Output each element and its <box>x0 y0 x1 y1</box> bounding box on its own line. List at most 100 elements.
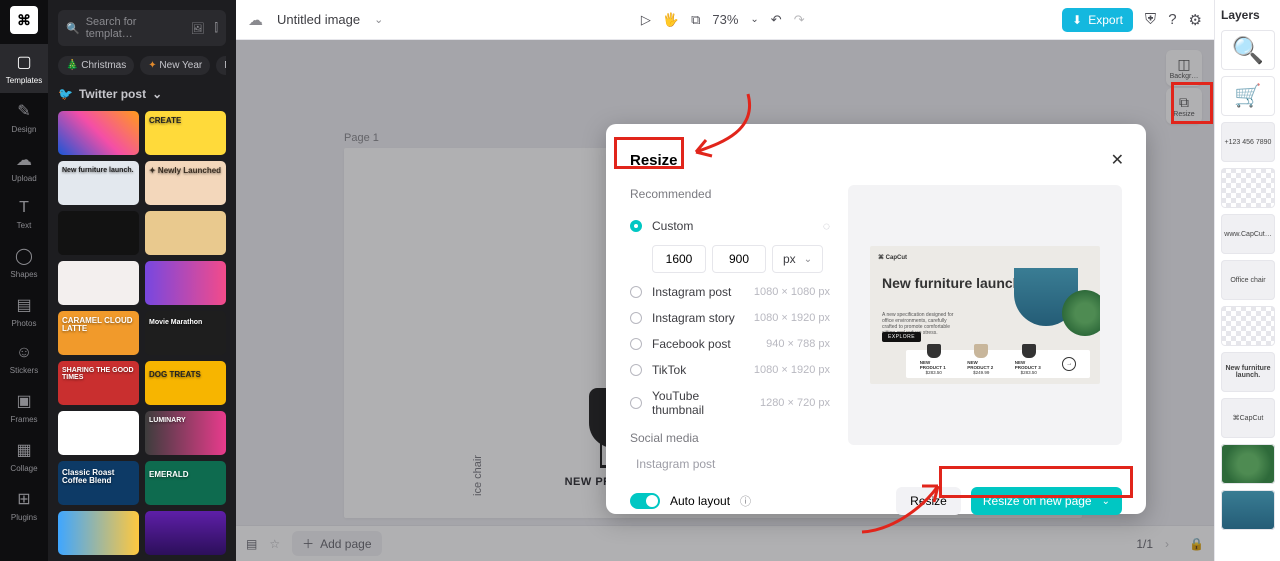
stickers-icon: ☺ <box>16 344 32 362</box>
shield-icon[interactable]: ⛨ <box>1145 11 1156 28</box>
template-card[interactable]: New furniture launch. <box>58 161 139 205</box>
template-card[interactable]: CARAMEL CLOUD LATTE <box>58 311 139 355</box>
rail-plugins[interactable]: ⊞Plugins <box>0 481 48 530</box>
chip-christmas[interactable]: 🎄 Christmas <box>58 56 134 75</box>
cloud-icon[interactable]: ☁ <box>248 11 263 29</box>
option-custom[interactable]: Custom ◌ <box>630 213 830 239</box>
shapes-icon: ◯ <box>15 246 33 266</box>
preset-instagram-story[interactable]: Instagram story1080 × 1920 px <box>630 305 830 331</box>
template-card[interactable] <box>145 211 226 255</box>
image-search-icon[interactable]: 🖼 <box>191 22 205 35</box>
height-input[interactable] <box>712 245 766 273</box>
resize-modal: Resize ✕ Recommended Custom ◌ px⌄ <box>606 124 1146 514</box>
rail-stickers[interactable]: ☺Stickers <box>0 336 48 383</box>
layer-thumb[interactable] <box>1221 168 1275 208</box>
close-icon[interactable]: ✕ <box>1111 150 1124 170</box>
template-card[interactable]: DOG TREATS <box>145 361 226 405</box>
width-input[interactable] <box>652 245 706 273</box>
chevron-down-icon[interactable]: ⌄ <box>750 14 758 25</box>
template-search[interactable]: 🔍 Search for templat… 🖼 ⫿ <box>58 10 226 46</box>
modal-title: Resize <box>630 152 1122 169</box>
template-card[interactable]: EMERALD <box>145 461 226 505</box>
layer-thumb[interactable]: Office chair <box>1221 260 1275 300</box>
layer-thumb[interactable]: www.CapCut… <box>1221 214 1275 254</box>
templates-panel: 🔍 Search for templat… 🖼 ⫿ 🎄 Christmas ✦ … <box>48 0 236 561</box>
preset-tiktok[interactable]: TikTok1080 × 1920 px <box>630 357 830 383</box>
rail-collage[interactable]: ▦Collage <box>0 432 48 481</box>
preset-instagram-post[interactable]: Instagram post1080 × 1080 px <box>630 279 830 305</box>
preset-facebook-post[interactable]: Facebook post940 × 788 px <box>630 331 830 357</box>
templates-icon: ▢ <box>16 52 31 72</box>
layer-thumb[interactable]: 🛒 <box>1221 76 1275 116</box>
app-logo[interactable]: ⌘ <box>10 6 38 34</box>
recommended-section: Recommended <box>630 187 830 201</box>
frames-icon: ▣ <box>16 391 31 411</box>
search-icon: 🔍 <box>66 22 80 35</box>
rail-templates[interactable]: ▢Templates <box>0 44 48 93</box>
template-card[interactable] <box>145 261 226 305</box>
rail-shapes[interactable]: ◯Shapes <box>0 238 48 287</box>
chevron-down-icon: ⌄ <box>804 254 812 265</box>
cursor-tool-icon[interactable]: ▷ <box>641 12 651 28</box>
template-section-header[interactable]: 🐦 Twitter post ⌄ <box>58 87 226 101</box>
rail-upload[interactable]: ☁Upload <box>0 142 48 191</box>
rail-frames[interactable]: ▣Frames <box>0 383 48 432</box>
auto-layout-toggle[interactable] <box>630 493 660 509</box>
layer-thumb[interactable]: +123 456 7890 <box>1221 122 1275 162</box>
social-section: Social media <box>630 431 830 445</box>
template-card[interactable] <box>58 211 139 255</box>
hand-tool-icon[interactable]: 🖐 <box>663 12 679 28</box>
social-item[interactable]: Instagram post <box>630 457 830 471</box>
template-card[interactable] <box>58 111 139 155</box>
rail-text[interactable]: TText <box>0 191 48 238</box>
template-card[interactable]: LUMINARY <box>145 411 226 455</box>
template-card[interactable]: ✦ Newly Launched <box>145 161 226 205</box>
template-grid: CREATE New furniture launch. ✦ Newly Lau… <box>58 111 226 555</box>
settings-icon[interactable]: ⚙ <box>1189 11 1202 29</box>
collage-icon: ▦ <box>16 440 31 460</box>
undo-icon[interactable]: ↶ <box>771 12 782 28</box>
template-card[interactable]: Classic Roast Coffee Blend <box>58 461 139 505</box>
auto-layout-label: Auto layout <box>670 494 730 508</box>
template-card[interactable] <box>58 411 139 455</box>
layers-panel: Layers 🔍 🛒 +123 456 7890 www.CapCut… Off… <box>1214 0 1280 561</box>
template-chips: 🎄 Christmas ✦ New Year Mo <box>58 56 226 75</box>
rail-photos[interactable]: ▤Photos <box>0 287 48 336</box>
template-card[interactable]: Movie Marathon <box>145 311 226 355</box>
export-button[interactable]: ⬇Export <box>1062 8 1133 32</box>
photos-icon: ▤ <box>16 295 31 315</box>
design-icon: ✎ <box>17 101 30 121</box>
layer-thumb[interactable] <box>1221 306 1275 346</box>
template-card[interactable] <box>58 511 139 555</box>
left-nav-rail: ⌘ ▢Templates ✎Design ☁Upload TText ◯Shap… <box>0 0 48 561</box>
chevron-down-icon[interactable]: ⌄ <box>374 13 383 26</box>
crop-tool-icon[interactable]: ⧉ <box>691 12 700 28</box>
radio-selected-icon <box>630 220 642 232</box>
help-icon[interactable]: ? <box>1168 11 1176 28</box>
layer-thumb[interactable] <box>1221 444 1275 484</box>
rail-design[interactable]: ✎Design <box>0 93 48 142</box>
preset-youtube-thumbnail[interactable]: YouTube thumbnail1280 × 720 px <box>630 383 830 423</box>
export-icon: ⬇ <box>1072 13 1082 27</box>
redo-icon[interactable]: ↷ <box>794 12 805 28</box>
resize-button[interactable]: Resize <box>896 487 961 515</box>
template-card[interactable] <box>58 261 139 305</box>
template-card[interactable] <box>145 511 226 555</box>
layer-thumb[interactable]: New furniture launch. <box>1221 352 1275 392</box>
zoom-level[interactable]: 73% <box>712 12 738 27</box>
layer-thumb[interactable]: ⌘ CapCut <box>1221 398 1275 438</box>
layer-thumb[interactable] <box>1221 490 1275 530</box>
info-icon[interactable]: ⓘ <box>740 493 751 509</box>
chip-new-year[interactable]: ✦ New Year <box>140 56 210 75</box>
template-card[interactable]: SHARING THE GOOD TIMES <box>58 361 139 405</box>
twitter-icon: 🐦 <box>58 87 73 101</box>
document-title[interactable]: Untitled image <box>277 12 360 27</box>
chip-more[interactable]: Mo <box>216 56 226 75</box>
resize-on-new-page-button[interactable]: Resize on new page⌄ <box>971 487 1122 515</box>
layer-thumb[interactable]: 🔍 <box>1221 30 1275 70</box>
info-icon[interactable]: ◌ <box>823 219 830 233</box>
template-card[interactable]: CREATE <box>145 111 226 155</box>
unit-select[interactable]: px⌄ <box>772 245 823 273</box>
layers-title: Layers <box>1221 8 1274 22</box>
filter-icon[interactable]: ⫿ <box>214 22 218 35</box>
